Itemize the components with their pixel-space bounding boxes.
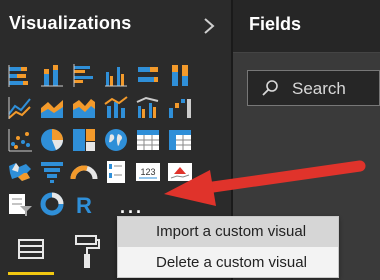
pie-chart-icon[interactable]: [38, 126, 66, 154]
fields-title: Fields: [249, 14, 302, 34]
clustered-column-chart-icon[interactable]: [102, 62, 130, 90]
search-icon: [262, 80, 278, 96]
clustered-bar-chart-icon[interactable]: [70, 62, 98, 90]
waterfall-chart-icon[interactable]: [166, 94, 194, 122]
filled-map-icon[interactable]: [6, 158, 34, 186]
r-visual-icon[interactable]: R: [70, 190, 98, 218]
fields-search-input[interactable]: Search: [247, 70, 380, 106]
100-percent-column-chart-icon[interactable]: [166, 62, 194, 90]
slicer-icon[interactable]: [6, 190, 34, 218]
map-icon[interactable]: [102, 126, 130, 154]
fields-header: Fields: [233, 0, 380, 52]
table-icon[interactable]: [134, 126, 162, 154]
treemap-icon[interactable]: [70, 126, 98, 154]
area-chart-icon[interactable]: [38, 94, 66, 122]
multi-row-card-icon[interactable]: [102, 158, 130, 186]
stacked-column-chart-icon[interactable]: [38, 62, 66, 90]
stacked-bar-chart-icon[interactable]: [6, 62, 34, 90]
fields-well-icon[interactable]: [8, 230, 54, 272]
more-visuals-button[interactable]: ...: [120, 197, 144, 218]
funnel-icon[interactable]: [38, 158, 66, 186]
paint-roller-icon[interactable]: [72, 230, 102, 272]
100-percent-bar-chart-icon[interactable]: [134, 62, 162, 90]
active-tab-indicator: [8, 272, 54, 275]
visualizations-title: Visualizations: [9, 13, 132, 33]
red-annotation-arrow: [164, 160, 366, 206]
matrix-icon[interactable]: [166, 126, 194, 154]
custom-visual-context-menu: Import a custom visual Delete a custom v…: [117, 216, 339, 278]
search-placeholder: Search: [292, 79, 346, 98]
line-and-clustered-column-icon[interactable]: [134, 94, 162, 122]
gauge-icon[interactable]: [70, 158, 98, 186]
import-custom-visual-menu-item[interactable]: Import a custom visual: [118, 217, 338, 247]
scatter-chart-icon[interactable]: [6, 126, 34, 154]
stacked-area-chart-icon[interactable]: [70, 94, 98, 122]
donut-chart-icon[interactable]: [38, 190, 66, 218]
svg-text:R: R: [76, 193, 92, 218]
line-chart-icon[interactable]: [6, 94, 34, 122]
fields-header-divider: [233, 52, 380, 53]
chevron-right-icon[interactable]: [202, 17, 216, 35]
delete-custom-visual-menu-item[interactable]: Delete a custom visual: [118, 248, 338, 278]
line-and-column-chart-icon[interactable]: [102, 94, 130, 122]
